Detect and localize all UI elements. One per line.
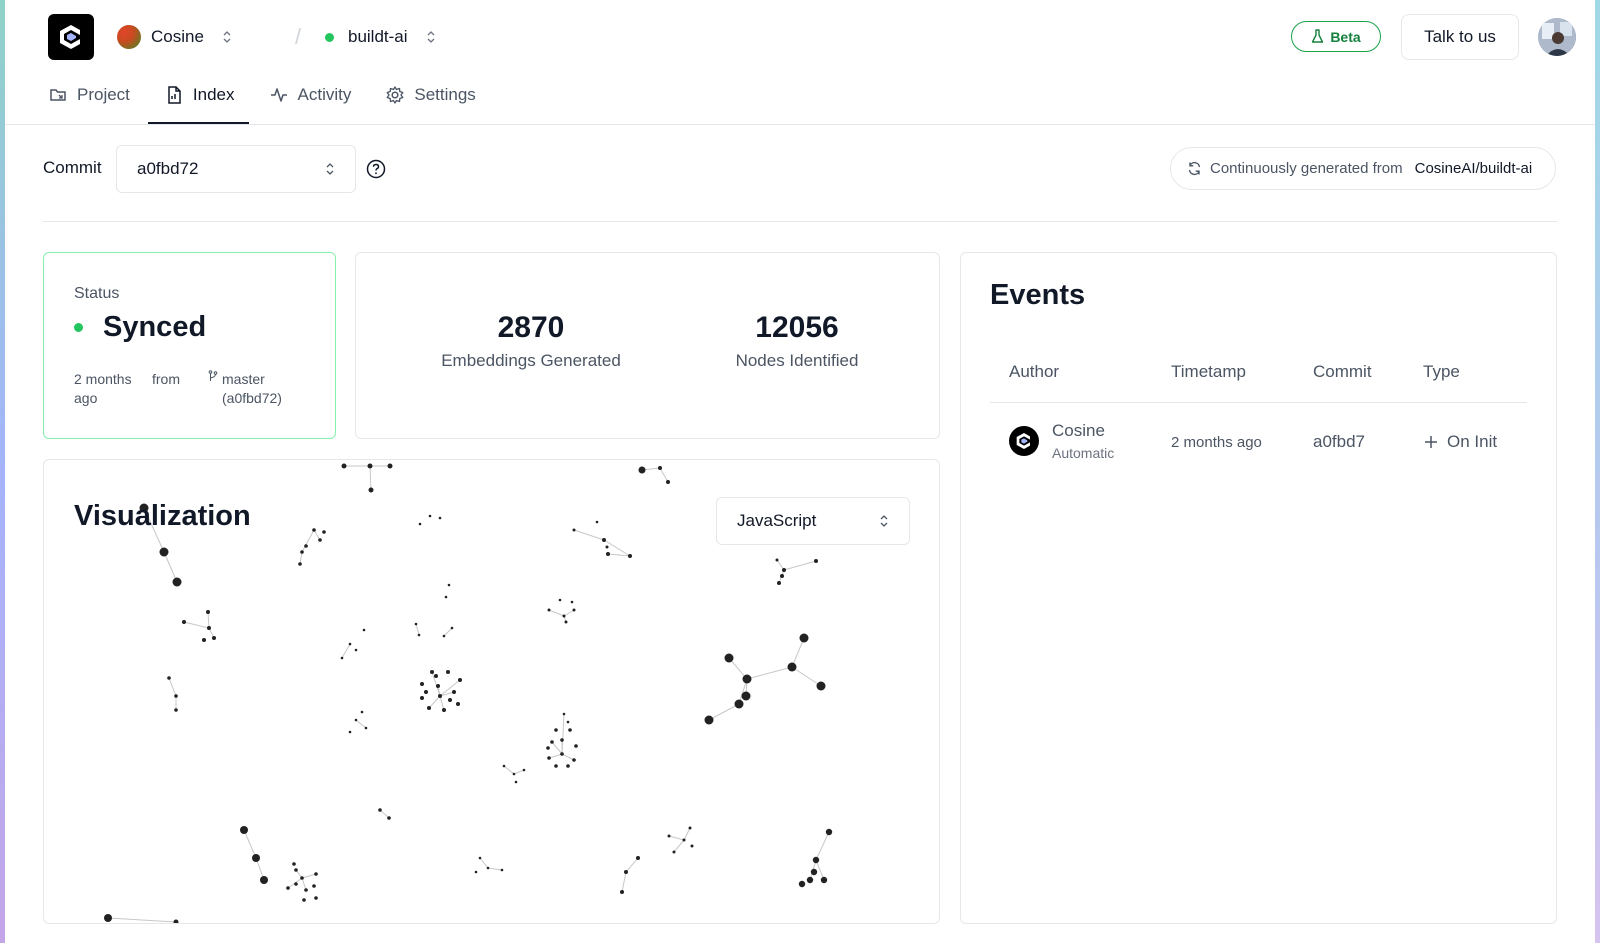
event-author: Cosine — [1052, 421, 1105, 440]
event-author-sub: Automatic — [1052, 445, 1115, 461]
status-time-line1: 2 months — [74, 371, 132, 387]
org-avatar — [117, 25, 141, 49]
cosine-logo-icon — [1016, 433, 1030, 449]
project-icon — [50, 89, 66, 101]
author-avatar — [1009, 426, 1039, 456]
event-type: On Init — [1423, 432, 1497, 452]
event-commit[interactable]: a0fbd7 — [1313, 432, 1365, 452]
chevron-updown-icon — [326, 163, 334, 175]
events-card: Events Author Timetamp Commit Type Cosin… — [960, 252, 1557, 924]
beta-badge[interactable]: Beta — [1291, 21, 1381, 52]
section-divider — [43, 221, 1557, 222]
language-select-value: JavaScript — [737, 511, 817, 530]
visualization-card: Visualization JavaScript — [43, 459, 940, 924]
window-edge-right — [1595, 0, 1600, 943]
col-author: Author — [1009, 362, 1060, 381]
branch-name: master — [222, 371, 265, 387]
gear-icon — [386, 86, 404, 104]
nodes-stat: 12056 Nodes Identified — [677, 311, 917, 371]
user-avatar[interactable] — [1538, 18, 1576, 56]
continuous-text: Continuously generated from — [1210, 160, 1403, 177]
tab-settings[interactable]: Settings — [385, 78, 476, 112]
events-table-header: Author Timetamp Commit Type — [990, 358, 1527, 403]
visualization-title: Visualization — [74, 500, 251, 532]
tab-index-label: Index — [192, 85, 235, 104]
breadcrumb-separator: / — [295, 24, 302, 49]
nodes-label: Nodes Identified — [735, 351, 859, 370]
status-time-line2: ago — [74, 390, 98, 406]
cosine-logo-icon — [60, 25, 80, 49]
status-branch: master (a0fbd72) — [208, 370, 282, 408]
help-icon[interactable] — [366, 159, 386, 179]
chevron-updown-icon — [880, 515, 888, 527]
file-index-icon — [168, 86, 181, 104]
beta-label: Beta — [1330, 28, 1361, 45]
status-value: Synced — [74, 311, 206, 344]
col-timestamp: Timetamp — [1171, 362, 1246, 381]
tab-activity-label: Activity — [297, 85, 352, 104]
repo-link[interactable]: CosineAI/buildt-ai — [1415, 160, 1533, 177]
col-type: Type — [1423, 362, 1460, 381]
status-card: Status Synced 2 months ago from master (… — [43, 252, 336, 439]
flask-icon — [1312, 29, 1324, 43]
branch-icon — [208, 370, 218, 381]
embeddings-label: Embeddings Generated — [441, 351, 621, 370]
refresh-icon — [1188, 161, 1201, 176]
commit-label: Commit — [43, 158, 102, 177]
status-meta: 2 months ago from master (a0fbd72) — [74, 370, 324, 408]
status-time: 2 months ago — [74, 370, 152, 408]
status-text: Synced — [103, 311, 207, 343]
plus-icon — [1425, 436, 1437, 448]
col-commit: Commit — [1313, 362, 1372, 381]
activity-icon — [270, 88, 287, 102]
nav-tabs: Project Index Activity Settings — [48, 78, 510, 124]
chevron-updown-icon — [223, 31, 231, 43]
user-photo-icon — [1538, 18, 1576, 56]
project-name: buildt-ai — [348, 27, 408, 46]
top-header: Cosine / buildt-ai Beta Talk to us Proje… — [5, 0, 1595, 125]
branch-commit: (a0fbd72) — [222, 390, 282, 406]
org-switcher[interactable]: Cosine — [117, 22, 232, 52]
table-row[interactable]: Cosine Automatic 2 months ago a0fbd7 On … — [990, 413, 1527, 473]
org-name: Cosine — [151, 27, 204, 46]
events-title: Events — [990, 279, 1086, 311]
cosine-logo[interactable] — [48, 14, 94, 60]
tab-settings-label: Settings — [414, 85, 476, 104]
tab-project[interactable]: Project — [48, 78, 130, 112]
project-status-dot — [325, 32, 334, 42]
stats-card: 2870 Embeddings Generated 12056 Nodes Id… — [355, 252, 940, 439]
chevron-updown-icon — [427, 31, 435, 43]
commit-select[interactable]: a0fbd72 — [116, 145, 356, 193]
talk-to-us-button[interactable]: Talk to us — [1401, 14, 1519, 60]
embeddings-stat: 2870 Embeddings Generated — [411, 311, 651, 371]
commit-select-value: a0fbd72 — [137, 159, 199, 178]
status-label: Status — [74, 285, 120, 302]
event-type-label: On Init — [1447, 432, 1498, 451]
continuous-generation-badge[interactable]: Continuously generated from CosineAI/bui… — [1170, 147, 1556, 190]
window-edge-left — [0, 0, 5, 943]
tab-index[interactable]: Index — [148, 78, 249, 124]
synced-dot — [74, 323, 83, 332]
language-select[interactable]: JavaScript — [716, 497, 910, 545]
tab-project-label: Project — [77, 85, 130, 104]
status-from: from — [152, 371, 180, 387]
tab-activity[interactable]: Activity — [269, 78, 352, 112]
embeddings-count: 2870 — [497, 311, 565, 344]
nodes-count: 12056 — [755, 311, 839, 344]
event-timestamp: 2 months ago — [1171, 434, 1262, 451]
project-switcher[interactable]: buildt-ai — [325, 22, 436, 52]
